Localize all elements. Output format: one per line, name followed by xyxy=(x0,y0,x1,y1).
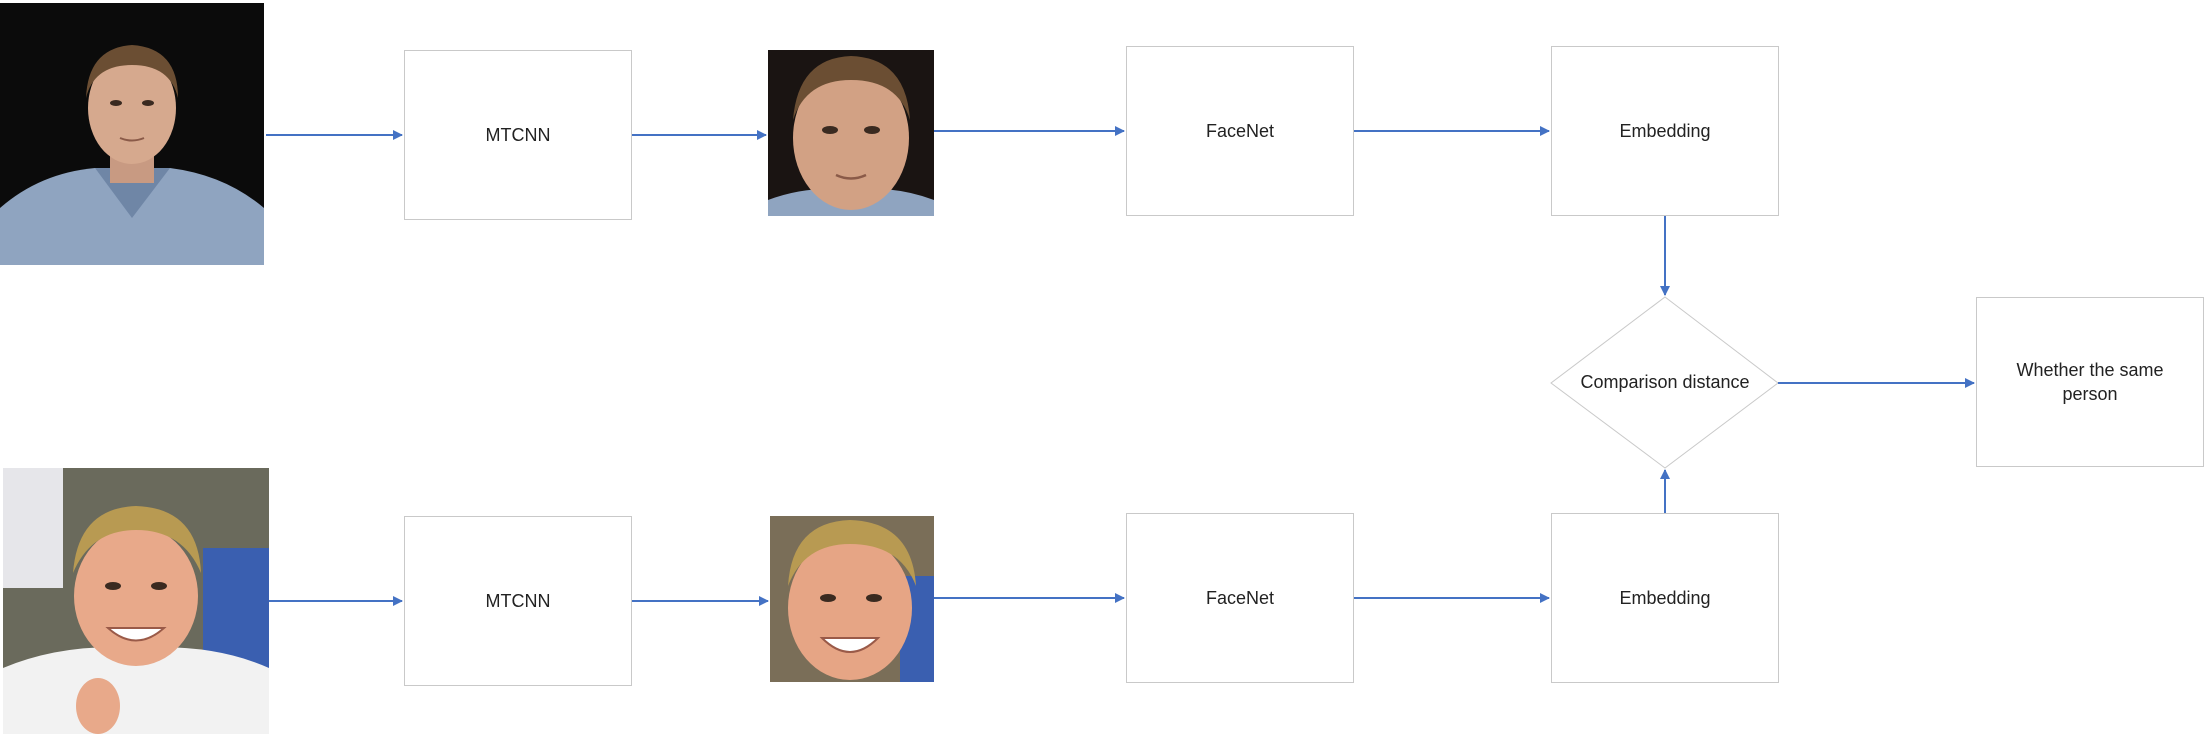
connector-lines xyxy=(266,126,1975,606)
face-verification-diagram: MTCNN FaceNet Embedding MTCNN FaceNet Em… xyxy=(0,0,2204,735)
comparison-label-wrap: Comparison distance xyxy=(1551,297,1779,468)
comparison-label: Comparison distance xyxy=(1580,372,1750,392)
